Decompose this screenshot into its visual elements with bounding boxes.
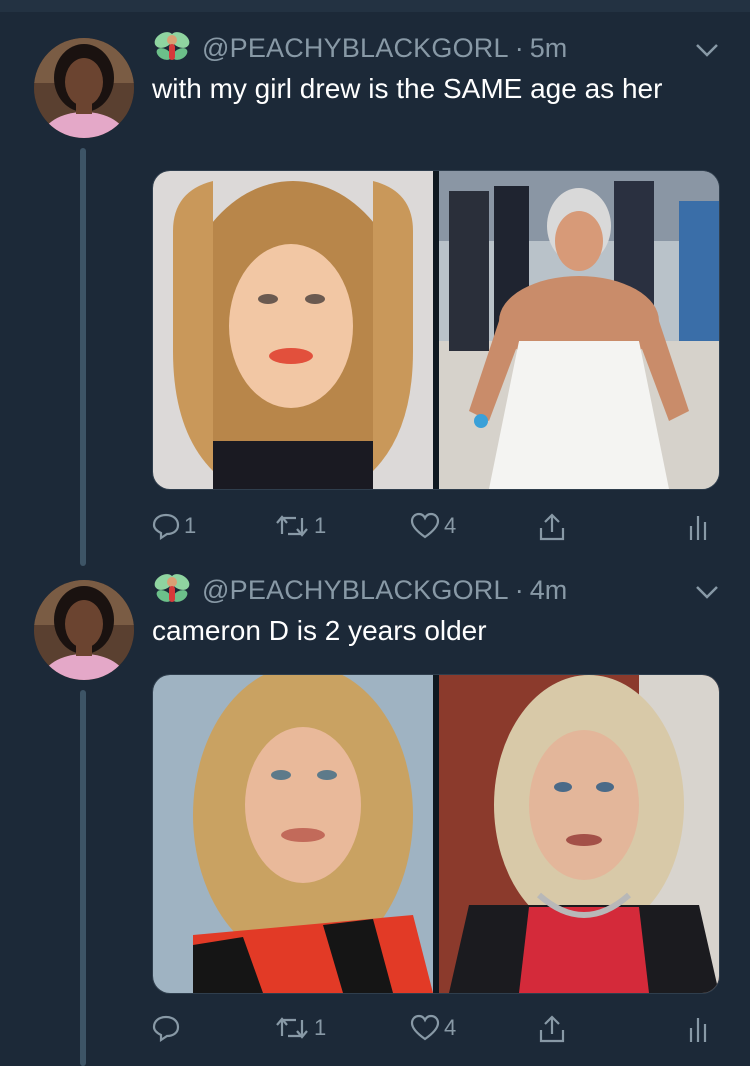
author-handle[interactable]: @PEACHYBLACKGORL (202, 575, 509, 606)
reply-icon (152, 513, 180, 540)
analytics-icon (689, 516, 707, 540)
retweet-count: 1 (314, 513, 327, 538)
tweet-media[interactable] (152, 170, 720, 490)
fairy-icon (154, 32, 190, 60)
like-count: 4 (444, 1015, 457, 1040)
reply-button[interactable]: 1 (152, 512, 196, 540)
retweet-button[interactable]: 1 (274, 512, 326, 540)
like-count: 4 (444, 513, 457, 538)
avatar[interactable] (34, 580, 134, 680)
retweet-icon (276, 515, 308, 537)
tweet-text: with my girl drew is the SAME age as her (152, 73, 663, 104)
fairy-icon (154, 574, 190, 602)
like-button[interactable]: 4 (410, 512, 456, 540)
tweet-actions: 1 4 (152, 1014, 712, 1048)
reply-count: 1 (184, 513, 197, 538)
analytics-icon (689, 1018, 707, 1042)
retweet-button[interactable]: 1 (274, 1014, 326, 1042)
timestamp[interactable]: 5m (530, 33, 568, 64)
reply-icon (152, 1015, 180, 1042)
heart-icon (410, 1014, 440, 1041)
reply-button[interactable] (152, 1014, 184, 1042)
heart-icon (410, 512, 440, 539)
retweet-count: 1 (314, 1015, 327, 1040)
separator-dot: · (514, 574, 524, 605)
tweet-actions: 1 1 4 (152, 512, 712, 546)
media-photo-left[interactable] (153, 171, 433, 489)
avatar[interactable] (34, 38, 134, 138)
tweet-header: @PEACHYBLACKGORL · 5m (152, 28, 567, 68)
analytics-button[interactable] (688, 1014, 712, 1044)
chevron-down-icon[interactable] (694, 584, 720, 600)
thread-line (80, 690, 86, 1066)
tweet-header: @PEACHYBLACKGORL · 4m (152, 570, 567, 610)
like-button[interactable]: 4 (410, 1014, 456, 1042)
author-handle[interactable]: @PEACHYBLACKGORL (202, 33, 509, 64)
share-icon (539, 513, 565, 541)
share-button[interactable] (538, 1014, 566, 1044)
thread-line (80, 148, 86, 566)
share-icon (539, 1015, 565, 1043)
share-button[interactable] (538, 512, 566, 542)
tweet-media[interactable] (152, 674, 720, 994)
analytics-button[interactable] (688, 512, 712, 542)
timestamp[interactable]: 4m (530, 575, 568, 606)
retweet-icon (276, 1017, 308, 1039)
media-photo-right[interactable] (439, 675, 719, 993)
top-status-strip (0, 0, 750, 12)
chevron-down-icon[interactable] (694, 42, 720, 58)
media-photo-right[interactable] (439, 171, 719, 489)
tweet-text: cameron D is 2 years older (152, 615, 487, 646)
media-photo-left[interactable] (153, 675, 433, 993)
separator-dot: · (514, 32, 524, 63)
